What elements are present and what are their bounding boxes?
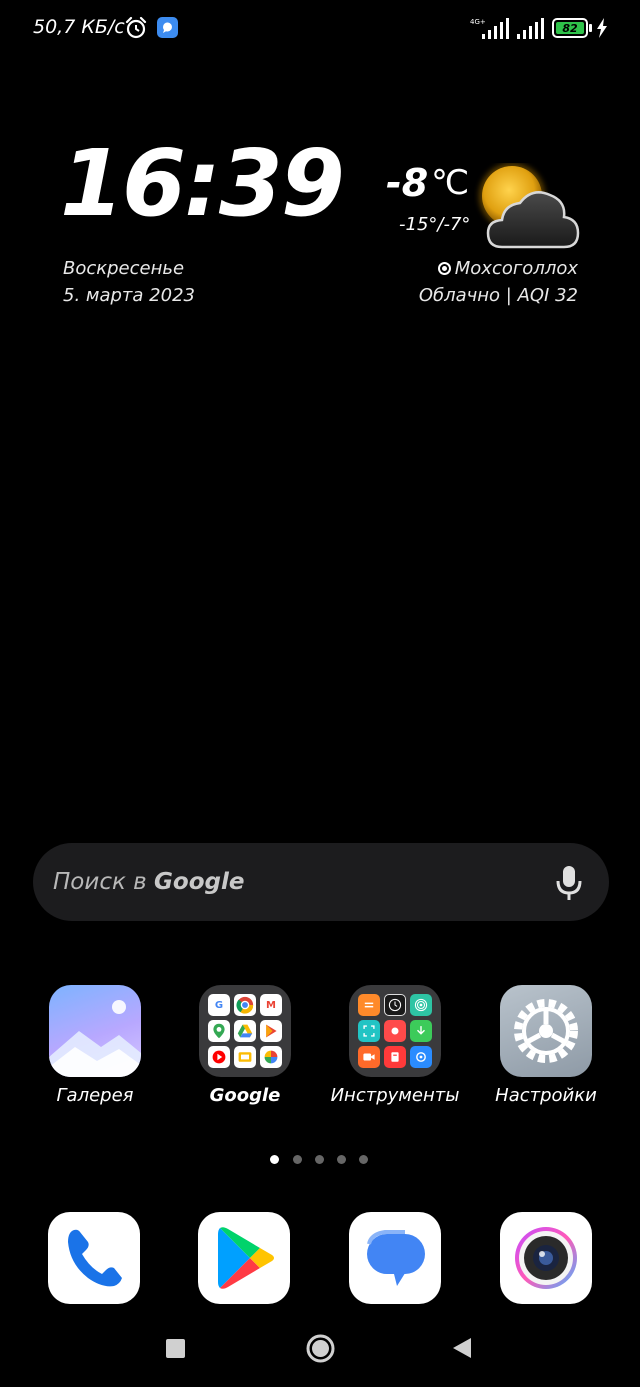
tools-folder-icon [349, 985, 441, 1077]
battery-level: 82 [556, 22, 584, 35]
search-placeholder-prefix: Поиск в [53, 869, 155, 895]
recents-button[interactable] [166, 1339, 185, 1358]
app-label: Галерея [56, 1085, 134, 1106]
network-type-label: 4G+ [470, 18, 486, 26]
clock-day: Воскресенье [63, 258, 185, 279]
page-dot [293, 1155, 302, 1164]
camera-icon[interactable] [500, 1212, 592, 1304]
home-button[interactable] [306, 1334, 335, 1363]
app-google-folder[interactable]: G M Google [170, 985, 320, 1115]
app-label: Инструменты [330, 1085, 460, 1106]
alarm-icon [125, 16, 147, 39]
charging-icon [597, 18, 607, 38]
clock-time: 16:39 [60, 130, 345, 237]
location-icon [437, 262, 451, 275]
messages-icon[interactable] [349, 1212, 441, 1304]
partly-cloudy-icon [479, 163, 580, 249]
page-dot [359, 1155, 368, 1164]
app-label: Настройки [495, 1085, 597, 1106]
app-notification-icon [157, 17, 178, 38]
mic-icon[interactable] [555, 865, 583, 901]
app-tools-folder[interactable]: Инструменты [320, 985, 470, 1115]
search-placeholder-brand: Google [154, 869, 245, 895]
app-label: Google [209, 1085, 281, 1106]
weather-location-text: Мохсоголлох [454, 258, 578, 279]
play-store-icon[interactable] [198, 1212, 290, 1304]
signal-icon: 4G+ [470, 18, 509, 39]
weather-unit: ℃ [431, 163, 470, 203]
page-dot [337, 1155, 346, 1164]
status-bar: 50,7 КБ/с 4G+ 82 [0, 0, 640, 56]
page-dot-active [270, 1155, 279, 1164]
phone-icon[interactable] [48, 1212, 140, 1304]
page-indicator [270, 1155, 370, 1167]
battery-icon: 82 [552, 18, 592, 38]
gallery-icon [49, 985, 141, 1077]
weather-location: Мохсоголлох [437, 258, 578, 279]
back-button[interactable] [452, 1337, 472, 1359]
settings-icon [500, 985, 592, 1077]
weather-condition: Облачно | AQI 32 [418, 285, 578, 306]
google-folder-icon: G M [199, 985, 291, 1077]
app-gallery[interactable]: Галерея [20, 985, 170, 1115]
net-speed: 50,7 КБ/с [33, 16, 125, 38]
page-dot [315, 1155, 324, 1164]
app-settings[interactable]: Настройки [471, 985, 621, 1115]
google-search-bar[interactable]: Поиск в Google [33, 843, 609, 921]
weather-temperature: -8 [386, 161, 429, 205]
clock-date: 5. марта 2023 [63, 285, 195, 306]
search-placeholder: Поиск в Google [53, 869, 244, 895]
weather-range: -15°/-7° [399, 214, 471, 235]
signal-icon-2 [517, 18, 544, 39]
